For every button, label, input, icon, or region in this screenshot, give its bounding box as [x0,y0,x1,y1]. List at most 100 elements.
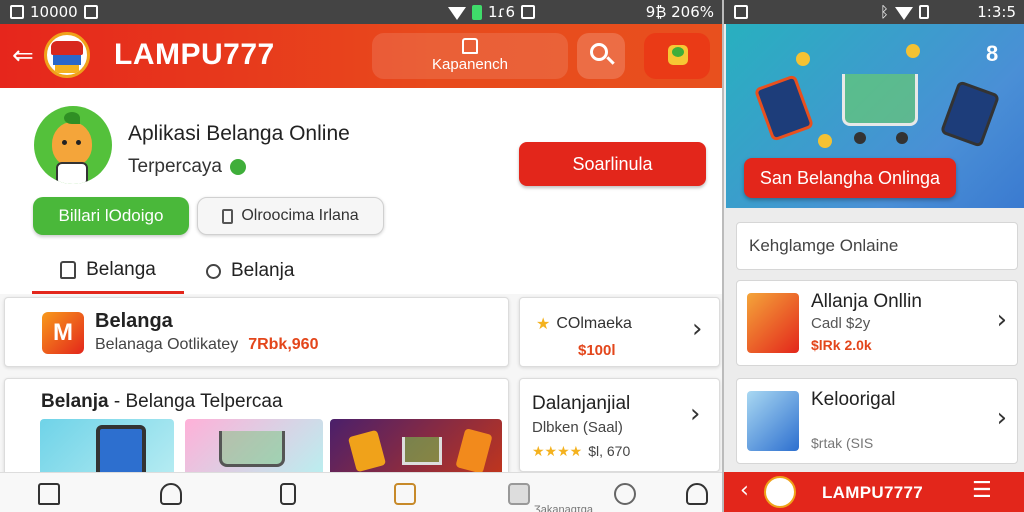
status-bar: 10000 1ɾ6 9₿ 206% [0,0,722,24]
battery-percent: 9₿ 206% [645,3,714,21]
right-app-panel: ᛒ 1:3:5 8 San Belangha Onlinga Kehglamge… [722,0,1024,512]
wifi-icon [895,6,914,20]
card-title: Belanga [95,310,173,332]
screen: 10000 1ɾ6 9₿ 206% ⇐ LAMPU777 Kapanench A… [0,0,1024,512]
chevron-right-icon[interactable]: › [690,399,700,429]
nav-home-icon[interactable] [38,483,60,505]
item-thumbnail [747,293,799,353]
nav-chat-icon[interactable] [686,483,708,505]
gallery-title: Belanja - Belanga Telpercaa [41,391,283,413]
product-gallery-card: Belanja - Belanga Telpercaa [4,378,509,478]
left-app-panel: 10000 1ɾ6 9₿ 206% ⇐ LAMPU777 Kapanench A… [0,0,722,512]
cart-illustration [842,74,918,126]
battery-icon [919,5,930,19]
pill-secondary-button[interactable]: Olroocima Irlana [197,197,384,235]
app-notification-icon [83,5,98,19]
status-bar: ᛒ 1:3:5 [724,0,1024,24]
home-icon [462,38,478,54]
card-title: Dalanjanjial [532,393,631,414]
card-price: 7Rbk,960 [248,336,319,353]
bottom-bar: ‹ LAMPU7777 ☰ [724,472,1024,512]
profile-card: Aplikasi Belanga Online Terpercaya Soarl… [0,88,722,294]
gallery-thumb-phone[interactable] [40,419,174,477]
pill-primary-button[interactable]: Billari lOdoigo [33,197,189,235]
list-item[interactable]: Keloorigal $rtak (SIS › [736,378,1018,464]
home-button[interactable]: Kapanench [372,33,568,79]
product-card-dalanjanjial[interactable]: Dalanjanjial Dlbken (Saal) ★★★★ $l, 670 … [519,378,720,472]
hero-banner: 8 San Belangha Onlinga [726,24,1024,208]
gallery-title-bold: Belanja [41,391,109,412]
search-field[interactable]: Kehglamge Onlaine [736,222,1018,270]
profile-title: Aplikasi Belanga Online [128,122,350,145]
chevron-right-icon[interactable]: › [692,314,702,344]
app-logo [44,32,90,78]
app-bar: ⇐ LAMPU777 Kapanench [0,24,722,88]
pill-secondary-label: Olroocima Irlana [241,207,359,224]
back-arrow-icon[interactable]: ‹ [740,478,749,503]
settings-icon[interactable]: 8 [986,43,1006,65]
verified-icon [230,159,246,175]
tab-belanja[interactable]: Belanja [206,248,294,294]
card-title-row: ★ COlmaeka [536,314,632,334]
sim-icon [521,5,536,19]
nav-image-icon[interactable] [508,483,530,505]
nav-bag-icon[interactable] [160,483,182,505]
chevron-right-icon[interactable]: › [997,305,1007,335]
nav-gift-icon[interactable] [280,483,296,505]
wifi-icon [448,6,466,20]
promo-button[interactable] [644,33,710,79]
profile-subtitle: Terpercaya [128,156,222,177]
search-button[interactable] [577,33,625,79]
gallery-title-rest: - Belanga Telpercaa [108,391,283,412]
card-subtitle-row: Belanaga Ootlikatey 7Rbk,960 [95,336,318,354]
tab-label: Belanja [231,260,295,281]
bluetooth-icon: ᛒ [880,3,890,21]
item-title: Keloorigal [811,389,896,410]
card-title: COlmaeka [556,315,632,332]
search-icon [206,263,221,279]
star-icon: ★ [536,316,551,333]
store-logo: M [42,312,84,354]
app-logo [764,476,796,508]
rating-stars: ★★★★ [532,443,583,459]
back-arrow-icon[interactable]: ⇐ [12,42,34,68]
app-title: LAMPU777 [114,38,275,71]
document-icon [222,208,234,224]
list-item[interactable]: Allanja Onllin Cadl $2y $lRk 2.0k › [736,280,1018,366]
status-time: 1:3:5 [977,3,1016,21]
status-time: 10000 [30,3,78,21]
tab-belanga[interactable]: Belanga [32,248,184,294]
thumbs-up-icon [60,260,77,279]
status-indicator: 1ɾ6 [488,3,516,21]
item-price: $rtak (SIS [811,435,874,451]
notification-icon [734,5,748,19]
item-subtitle: Cadl $2y [811,315,871,332]
chevron-right-icon[interactable]: › [997,403,1007,433]
gallery-thumb-cart[interactable] [185,419,323,477]
product-card-colmaeka[interactable]: ★ COlmaeka $100l › [519,297,720,367]
notification-icon [10,5,24,19]
gallery-thumb-promo[interactable] [330,419,502,477]
tab-label: Belanga [86,258,156,280]
hero-cta-button[interactable]: San Belangha Onlinga [744,158,956,198]
avatar [34,106,112,184]
item-price: $lRk 2.0k [811,337,872,353]
nav-compass-icon[interactable] [614,483,636,505]
home-label: Kapanench [432,56,508,73]
item-thumbnail [747,391,799,451]
menu-icon[interactable]: ☰ [972,478,992,503]
battery-icon [472,4,482,20]
card-price: $100l [578,342,616,359]
item-title: Allanja Onllin [811,291,922,312]
card-price: $l, 670 [588,443,631,459]
primary-cta-button[interactable]: Soarlinula [519,142,706,186]
card-rating-row: ★★★★ $l, 670 [532,443,630,460]
card-subtitle: Belanaga Ootlikatey [95,336,239,353]
profile-subtitle-row: Terpercaya [128,156,246,178]
bottom-bar-title: LAMPU7777 [822,483,923,502]
card-subtitle: Dlbken (Saal) [532,419,623,436]
nav-edit-icon[interactable] [394,483,416,505]
bottom-nav: Ʒakanaɑɪɡa [0,472,722,512]
nav-label: Ʒakanaɑɪɡa [534,504,593,512]
product-card-belanga[interactable]: M Belanga Belanaga Ootlikatey 7Rbk,960 [4,297,509,367]
